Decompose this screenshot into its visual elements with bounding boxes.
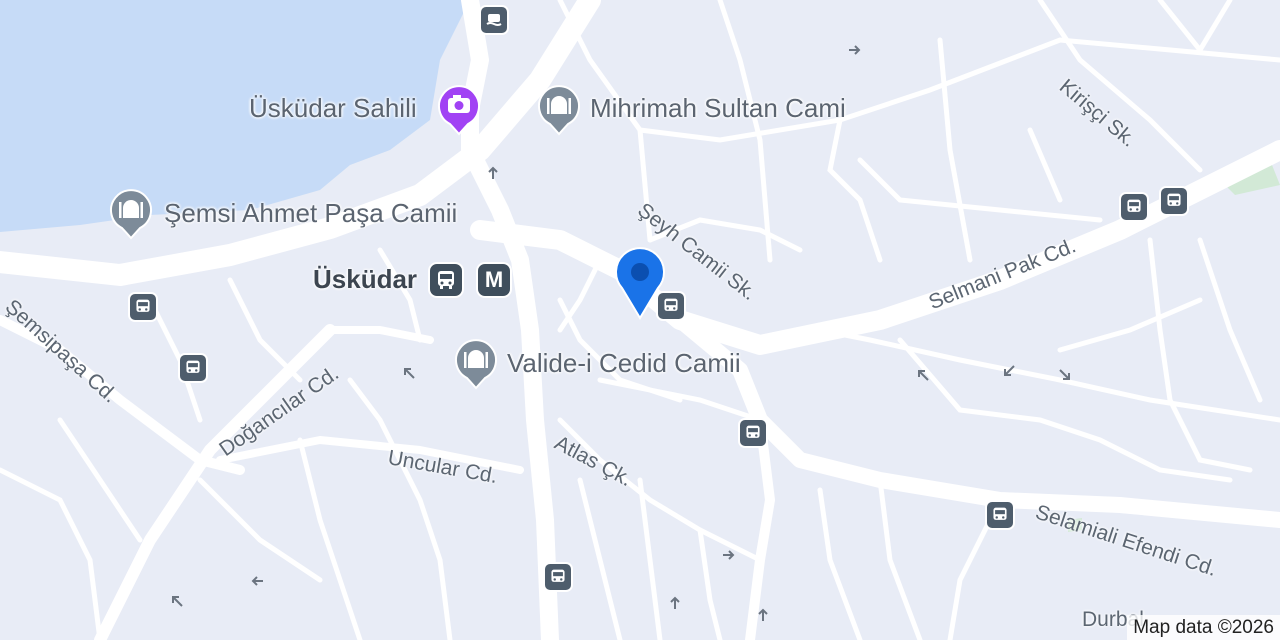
map-view[interactable]: Üsküdar Sahili Mihrimah Sultan Cami Şems… (0, 0, 1280, 640)
bus-icon[interactable] (128, 292, 158, 322)
place-label-uskudar-sahili[interactable]: Üsküdar Sahili (249, 93, 417, 124)
place-label-mihrimah-sultan-cami[interactable]: Mihrimah Sultan Cami (590, 93, 846, 124)
bus-icon[interactable] (178, 353, 208, 383)
bus-icon[interactable] (1159, 186, 1189, 216)
mosque-icon[interactable] (536, 84, 582, 141)
bus-icon[interactable] (738, 418, 768, 448)
mosque-icon[interactable] (453, 338, 499, 395)
metro-icon[interactable]: M (476, 262, 512, 298)
camera-icon[interactable] (436, 84, 482, 141)
one-way-arrow-icon (849, 45, 861, 55)
one-way-arrow-icon (1059, 369, 1070, 380)
one-way-arrow-icon (918, 370, 929, 381)
one-way-arrow-icon (723, 550, 735, 560)
bus-icon[interactable] (985, 500, 1015, 530)
one-way-arrow-icon (1004, 365, 1015, 376)
one-way-arrow-icon (488, 166, 498, 179)
bus-icon[interactable] (1119, 192, 1149, 222)
one-way-arrow-icon (670, 596, 680, 609)
one-way-arrow-icon (758, 608, 768, 621)
bus-icon[interactable] (428, 262, 464, 298)
place-label-uskudar[interactable]: Üsküdar (313, 264, 417, 295)
one-way-arrow-icon (251, 576, 263, 586)
map-attribution: Map data ©2026 (1127, 615, 1280, 640)
one-way-arrow-icon (404, 368, 415, 379)
place-label-valide-i-cedid-camii[interactable]: Valide-i Cedid Camii (507, 348, 741, 379)
bus-icon[interactable] (543, 562, 573, 592)
location-pin-icon[interactable] (612, 244, 668, 325)
one-way-arrow-icon (172, 596, 183, 607)
ferry-icon[interactable] (479, 5, 509, 35)
mosque-icon[interactable] (108, 188, 154, 245)
place-label-semsi-ahmet-pasa-camii[interactable]: Şemsi Ahmet Paşa Camii (164, 198, 457, 229)
